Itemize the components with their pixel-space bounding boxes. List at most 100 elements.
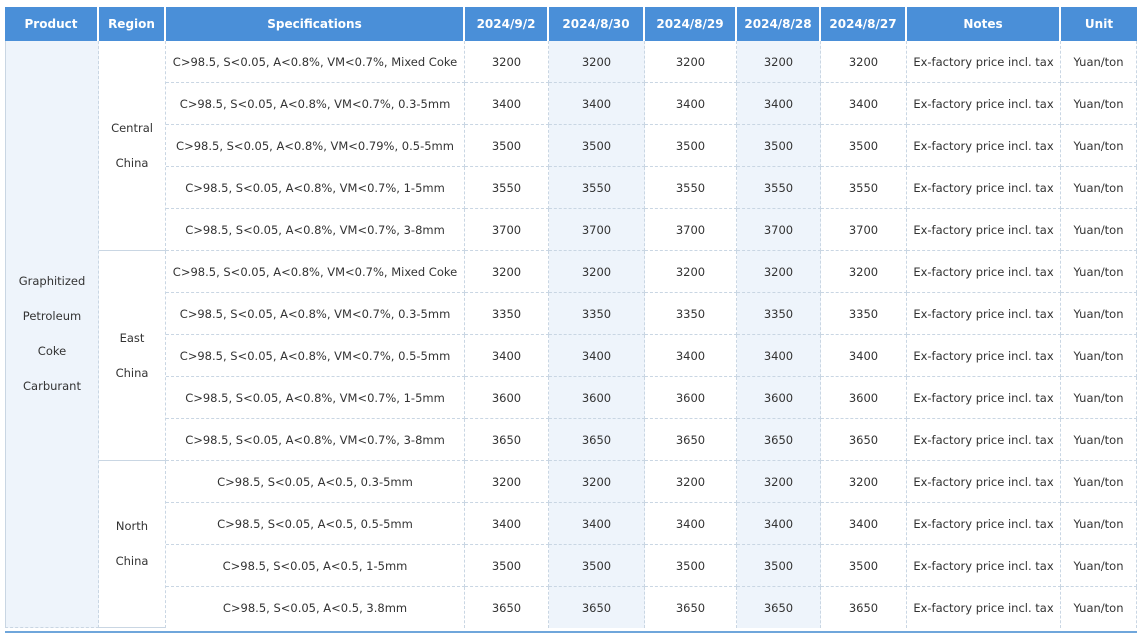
table-row: Graphitized Petroleum Coke Carburant Central… [5, 41, 1137, 628]
note-cell: Ex-factory price incl. tax [907, 293, 1061, 335]
column-header: 2024/8/28 [737, 7, 821, 41]
price-cell: 3700 [737, 209, 821, 251]
product-cell: Graphitized Petroleum Coke Carburant [5, 41, 99, 628]
price-cell: 3550 [549, 167, 645, 209]
price-table: Product Region Specifications 2024/9/2 2024/… [5, 7, 1137, 628]
note-cell: Ex-factory price incl. tax [907, 335, 1061, 377]
table-row: C>98.5, S<0.05, A<0.8%, VM<0.7%, 0.3-5mm… [5, 83, 1137, 125]
price-cell: 3400 [549, 503, 645, 545]
region-name-line: China [115, 554, 149, 568]
note-cell: Ex-factory price incl. tax [907, 83, 1061, 125]
product-name-line: Graphitized [18, 274, 86, 288]
table-row: C>98.5, S<0.05, A<0.5, 1-5mm 3500 3500 3500… [5, 545, 1137, 587]
price-cell: 3400 [737, 503, 821, 545]
note-cell: Ex-factory price incl. tax [907, 167, 1061, 209]
price-cell: 3550 [737, 167, 821, 209]
unit-cell: Yuan/ton [1061, 293, 1137, 335]
price-cell: 3200 [549, 461, 645, 503]
price-cell: 3400 [645, 503, 737, 545]
note-cell: Ex-factory price incl. tax [907, 419, 1061, 461]
price-cell: 3200 [645, 41, 737, 83]
price-cell: 3650 [737, 419, 821, 461]
price-cell: 3200 [737, 461, 821, 503]
region-cell: East China [99, 251, 166, 461]
price-cell: 3600 [821, 377, 907, 419]
spec-cell: C>98.5, S<0.05, A<0.8%, VM<0.7%, 0.3-5mm [166, 293, 465, 335]
price-cell: 3400 [645, 83, 737, 125]
note-cell: Ex-factory price incl. tax [907, 377, 1061, 419]
price-cell: 3400 [737, 83, 821, 125]
price-cell: 3500 [821, 125, 907, 167]
table-body: Graphitized Petroleum Coke Carburant Central… [5, 41, 1137, 628]
table-row: C>98.5, S<0.05, A<0.8%, VM<0.7%, 3-8mm 37… [5, 209, 1137, 251]
column-header: Notes [907, 7, 1061, 41]
unit-cell: Yuan/ton [1061, 377, 1137, 419]
price-cell: 3350 [737, 293, 821, 335]
unit-cell: Yuan/ton [1061, 83, 1137, 125]
price-cell: 3500 [645, 125, 737, 167]
spec-cell: C>98.5, S<0.05, A<0.8%, VM<0.79%, 0.5-5m… [166, 125, 465, 167]
table-row: C>98.5, S<0.05, A<0.8%, VM<0.79%, 0.5-5m… [5, 125, 1137, 167]
unit-cell: Yuan/ton [1061, 167, 1137, 209]
region-name-line: North [115, 519, 149, 533]
region-name-line: East [119, 330, 145, 345]
header-row: Product Region Specifications 2024/9/2 2024/… [5, 7, 1137, 41]
spec-cell: C>98.5, S<0.05, A<0.5, 0.5-5mm [166, 503, 465, 545]
price-cell: 3650 [821, 419, 907, 461]
price-cell: 3350 [821, 293, 907, 335]
note-cell: Ex-factory price incl. tax [907, 41, 1061, 83]
spec-cell: C>98.5, S<0.05, A<0.8%, VM<0.7%, 3-8mm [166, 419, 465, 461]
unit-cell: Yuan/ton [1061, 461, 1137, 503]
price-cell: 3200 [549, 251, 645, 293]
price-cell: 3650 [821, 587, 907, 628]
price-cell: 3350 [549, 293, 645, 335]
column-header: Unit [1061, 7, 1137, 41]
unit-cell: Yuan/ton [1061, 41, 1137, 83]
spec-cell: C>98.5, S<0.05, A<0.5, 3.8mm [166, 587, 465, 628]
price-cell: 3500 [737, 545, 821, 587]
note-cell: Ex-factory price incl. tax [907, 209, 1061, 251]
price-cell: 3650 [549, 419, 645, 461]
region-name-line: China [115, 365, 149, 380]
price-cell: 3600 [737, 377, 821, 419]
column-header: 2024/8/30 [549, 7, 645, 41]
price-cell: 3700 [549, 209, 645, 251]
price-cell: 3200 [465, 461, 549, 503]
price-cell: 3200 [821, 41, 907, 83]
spec-cell: C>98.5, S<0.05, A<0.8%, VM<0.7%, 0.5-5mm [166, 335, 465, 377]
price-cell: 3650 [737, 587, 821, 628]
price-cell: 3200 [465, 41, 549, 83]
price-cell: 3200 [737, 251, 821, 293]
price-cell: 3200 [821, 461, 907, 503]
price-cell: 3400 [549, 83, 645, 125]
price-cell: 3600 [645, 377, 737, 419]
spec-cell: C>98.5, S<0.05, A<0.8%, VM<0.7%, 1-5mm [166, 377, 465, 419]
price-cell: 3200 [465, 251, 549, 293]
unit-cell: Yuan/ton [1061, 587, 1137, 628]
unit-cell: Yuan/ton [1061, 251, 1137, 293]
region-cell: Central China [99, 41, 166, 251]
price-cell: 3400 [549, 335, 645, 377]
price-cell: 3650 [465, 587, 549, 628]
table-row: C>98.5, S<0.05, A<0.8%, VM<0.7%, 0.3-5mm… [5, 293, 1137, 335]
column-header: 2024/8/29 [645, 7, 737, 41]
unit-cell: Yuan/ton [1061, 503, 1137, 545]
price-cell: 3700 [645, 209, 737, 251]
unit-cell: Yuan/ton [1061, 209, 1137, 251]
product-name-line: Carburant [23, 379, 81, 393]
table-row: C>98.5, S<0.05, A<0.8%, VM<0.7%, 0.5-5mm… [5, 335, 1137, 377]
note-cell: Ex-factory price incl. tax [907, 461, 1061, 503]
product-name-line: Petroleum [22, 309, 82, 323]
price-cell: 3700 [821, 209, 907, 251]
column-header: 2024/8/27 [821, 7, 907, 41]
spec-cell: C>98.5, S<0.05, A<0.8%, VM<0.7%, 3-8mm [166, 209, 465, 251]
price-cell: 3400 [821, 335, 907, 377]
note-cell: Ex-factory price incl. tax [907, 125, 1061, 167]
price-cell: 3500 [737, 125, 821, 167]
unit-cell: Yuan/ton [1061, 419, 1137, 461]
unit-cell: Yuan/ton [1061, 335, 1137, 377]
price-cell: 3500 [549, 545, 645, 587]
column-header: Specifications [166, 7, 465, 41]
price-cell: 3200 [737, 41, 821, 83]
table-row: C>98.5, S<0.05, A<0.8%, VM<0.7%, 3-8mm 36… [5, 419, 1137, 461]
